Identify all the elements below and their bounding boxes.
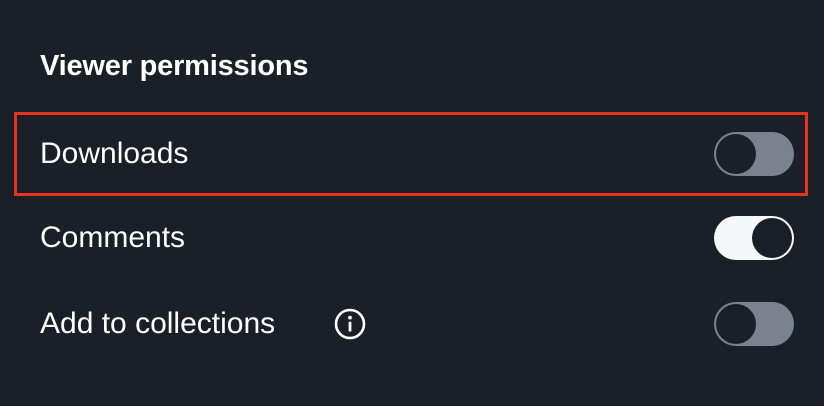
permission-label-downloads: Downloads [40,137,189,170]
section-title: Viewer permissions [40,50,309,82]
viewer-permissions-panel: Viewer permissions Downloads Comments Ad… [0,0,824,406]
toggle-knob [716,304,756,344]
permission-label-comments: Comments [40,221,186,254]
permission-row-comments: Comments [14,196,808,280]
toggle-knob [716,134,756,174]
toggle-knob [752,218,792,258]
permission-row-downloads: Downloads [14,112,808,196]
comments-toggle[interactable] [714,216,794,260]
add-to-collections-toggle[interactable] [714,302,794,346]
permission-row-add-to-collections: Add to collections [14,282,808,366]
info-icon[interactable] [334,308,366,340]
permission-label-add-to-collections: Add to collections [40,307,276,340]
downloads-toggle[interactable] [714,132,794,176]
